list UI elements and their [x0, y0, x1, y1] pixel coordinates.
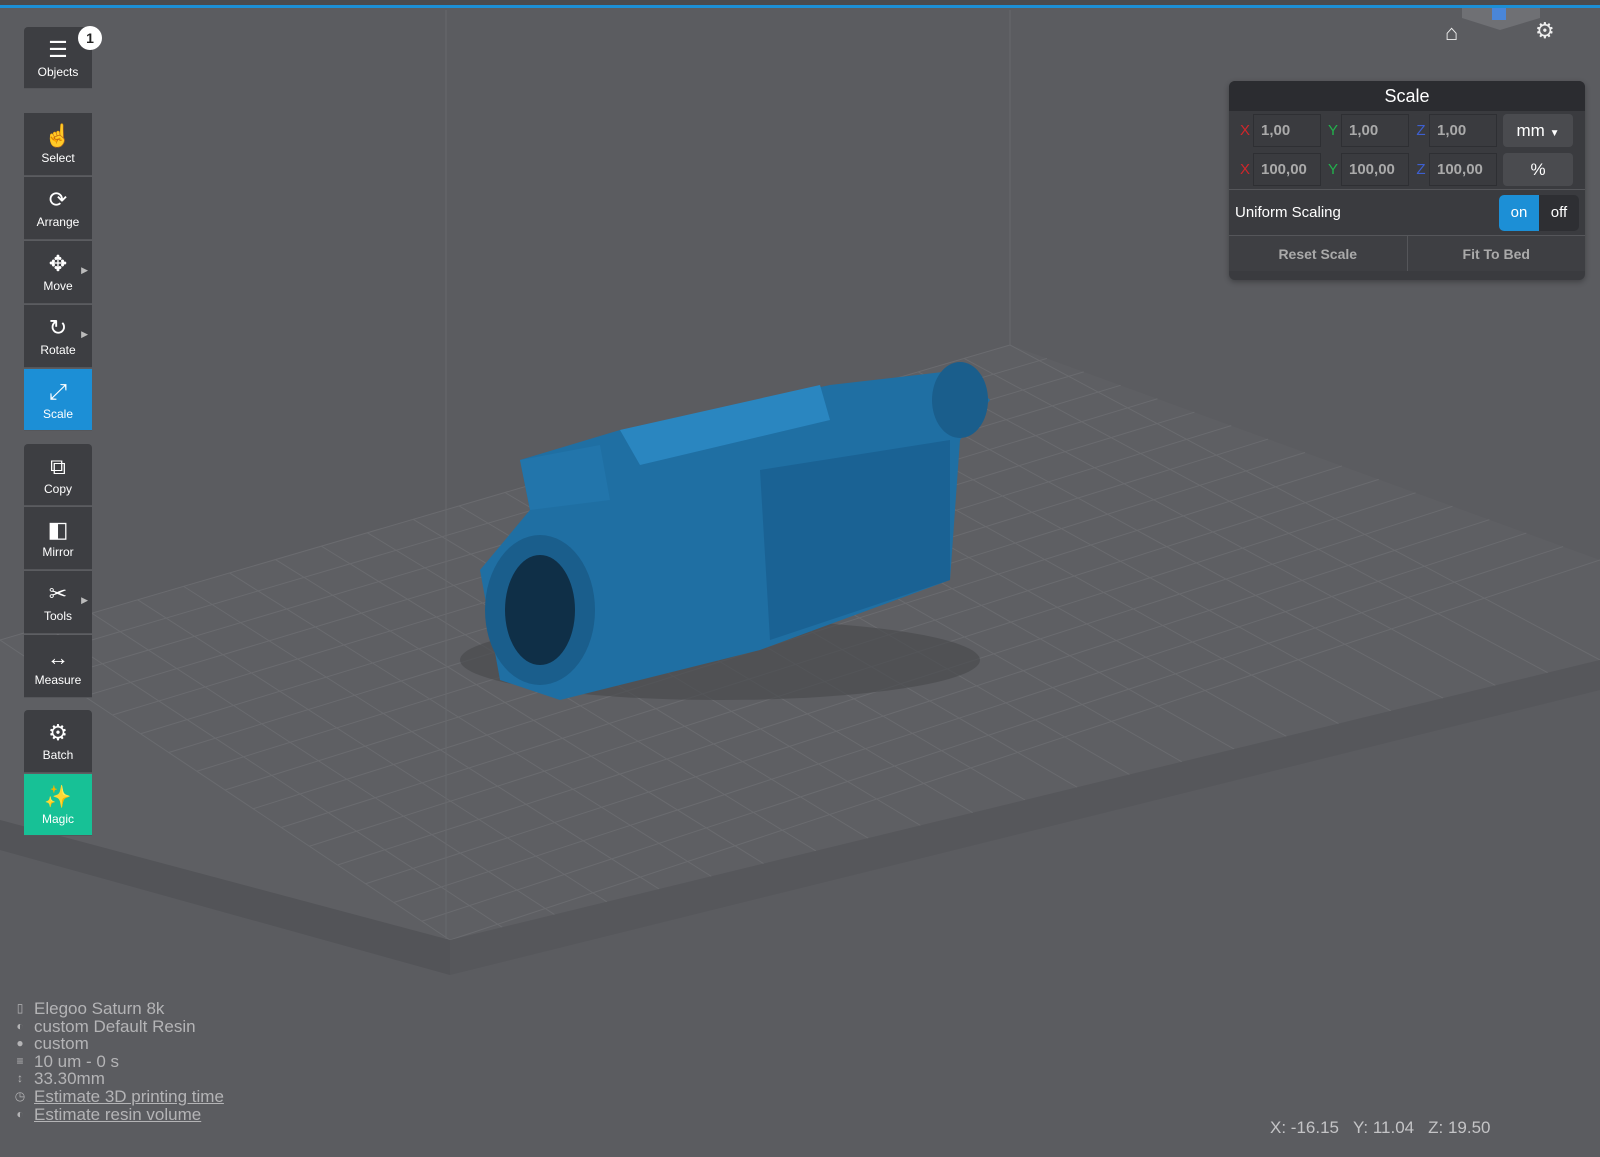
mirror-icon: ◧ [47, 517, 69, 542]
tool-label: Arrange [36, 215, 80, 229]
top-bar [0, 0, 1600, 8]
gear-icon[interactable]: ⚙ [1535, 18, 1555, 44]
resin-icon: ◐ [16, 1018, 24, 1033]
fit-to-bed-button[interactable]: Fit To Bed [1406, 236, 1585, 271]
reset-scale-button[interactable]: Reset Scale [1229, 236, 1407, 271]
cursor-coordinates: X: -16.15 Y: 11.04 Z: 19.50 [1270, 1118, 1505, 1138]
palette-icon: ● [16, 1036, 24, 1051]
scissors-icon: ✂ [48, 581, 68, 606]
mm-row: X 1,00 Y 1,00 Z 1,00 mm ▼ [1229, 111, 1585, 150]
tool-label: Move [43, 279, 73, 293]
tool-copy-button[interactable]: ⧉ Copy [24, 444, 92, 506]
tool-tools-button[interactable]: ✂ Tools ▶ [24, 571, 92, 634]
hand-pointer-icon: ☝ [44, 123, 72, 148]
y-mm-input[interactable]: 1,00 [1341, 114, 1409, 147]
tool-scale-button[interactable]: ⤢ Scale [24, 369, 92, 431]
panel-title: Scale [1229, 81, 1585, 111]
coord-x: X: -16.15 [1270, 1118, 1339, 1137]
estimate-time-link[interactable]: Estimate 3D printing time [34, 1088, 224, 1106]
y-label: Y [1327, 122, 1338, 139]
toggle-off[interactable]: off [1539, 195, 1579, 231]
scale-panel: Scale X 1,00 Y 1,00 Z 1,00 mm ▼ X 100,00… [1229, 81, 1585, 280]
list-icon: ☰ [48, 36, 68, 62]
resin-name: custom Default Resin [34, 1016, 196, 1036]
layers-icon: ≡ [16, 1053, 24, 1068]
tool-label: Select [41, 151, 75, 165]
tool-label: Copy [43, 481, 72, 496]
copy-icon: ⧉ [50, 453, 66, 479]
objects-count-badge: 1 [78, 26, 102, 50]
tool-label: Rotate [40, 343, 76, 357]
tool-measure-button[interactable]: ↔ Measure [24, 635, 92, 698]
caret-down-icon: ▼ [1549, 128, 1560, 139]
printer-icon: ▯ [16, 1001, 24, 1015]
tool-batch-button[interactable]: ⚙ Batch [24, 710, 92, 773]
uniform-scaling-label: Uniform Scaling [1235, 204, 1341, 221]
x-label: X [1239, 122, 1250, 139]
estimate-volume-link[interactable]: Estimate resin volume [34, 1105, 201, 1124]
tool-move-button[interactable]: ✥ Move ▶ [24, 241, 92, 304]
tool-magic-button[interactable]: ✨ Magic [24, 774, 92, 836]
coord-y: Y: 11.04 [1353, 1118, 1415, 1137]
arrange-icon: ⟳ [48, 187, 68, 212]
z-label: Z [1416, 122, 1426, 139]
x-mm-input[interactable]: 1,00 [1253, 114, 1321, 147]
magic-wand-icon: ✨ [44, 783, 72, 809]
tool-mirror-button[interactable]: ◧ Mirror [24, 507, 92, 570]
toggle-on[interactable]: on [1499, 195, 1539, 231]
move-icon: ✥ [48, 251, 68, 276]
tool-label: Measure [34, 673, 82, 687]
unit-label: mm [1516, 121, 1545, 140]
tool-label: Objects [37, 64, 79, 79]
height-icon: ↕ [17, 1071, 23, 1086]
coord-z: Z: 19.50 [1428, 1118, 1491, 1137]
batch-icon: ⚙ [48, 720, 68, 745]
measure-icon: ↔ [47, 645, 69, 670]
rotate-icon: ↻ [48, 315, 68, 340]
z-percent-input[interactable]: 100,00 [1429, 153, 1497, 186]
x-label: X [1239, 161, 1250, 178]
printer-name: Elegoo Saturn 8k [34, 999, 165, 1018]
x-percent-input[interactable]: 100,00 [1253, 153, 1321, 186]
resin-volume-icon: ◐ [16, 1106, 24, 1121]
z-mm-input[interactable]: 1,00 [1429, 114, 1497, 147]
y-label: Y [1327, 161, 1338, 178]
tool-label: Tools [43, 609, 72, 623]
tool-rotate-button[interactable]: ↻ Rotate ▶ [24, 305, 92, 368]
clock-icon: ◷ [14, 1088, 26, 1103]
uniform-scaling-row: Uniform Scaling on off [1229, 189, 1585, 235]
scale-icon: ⤢ [49, 378, 67, 404]
tool-label: Batch [42, 748, 74, 762]
tool-select-button[interactable]: ☝ Select [24, 113, 92, 176]
submenu-arrow-icon: ▶ [81, 595, 88, 605]
y-percent-input[interactable]: 100,00 [1341, 153, 1409, 186]
profile-name: custom [34, 1034, 89, 1054]
uniform-scaling-toggle[interactable]: on off [1499, 195, 1579, 231]
layer-info: 10 um - 0 s [34, 1051, 120, 1071]
percent-unit: % [1503, 153, 1573, 186]
camcorder-model[interactable] [460, 362, 990, 700]
tool-label: Magic [41, 811, 74, 826]
submenu-arrow-icon: ▶ [81, 265, 88, 275]
print-info: ▯ Elegoo Saturn 8k ◐ custom Default Resin … [14, 1000, 224, 1123]
tool-label: Scale [42, 406, 74, 421]
home-icon[interactable]: ⌂ [1445, 20, 1458, 46]
submenu-arrow-icon: ▶ [81, 329, 88, 339]
z-label: Z [1416, 161, 1426, 178]
model-height: 33.30mm [34, 1069, 105, 1089]
unit-dropdown[interactable]: mm ▼ [1503, 114, 1573, 147]
tool-label: Mirror [42, 545, 74, 559]
percent-row: X 100,00 Y 100,00 Z 100,00 % [1229, 150, 1585, 189]
tool-arrange-button[interactable]: ⟳ Arrange [24, 177, 92, 240]
